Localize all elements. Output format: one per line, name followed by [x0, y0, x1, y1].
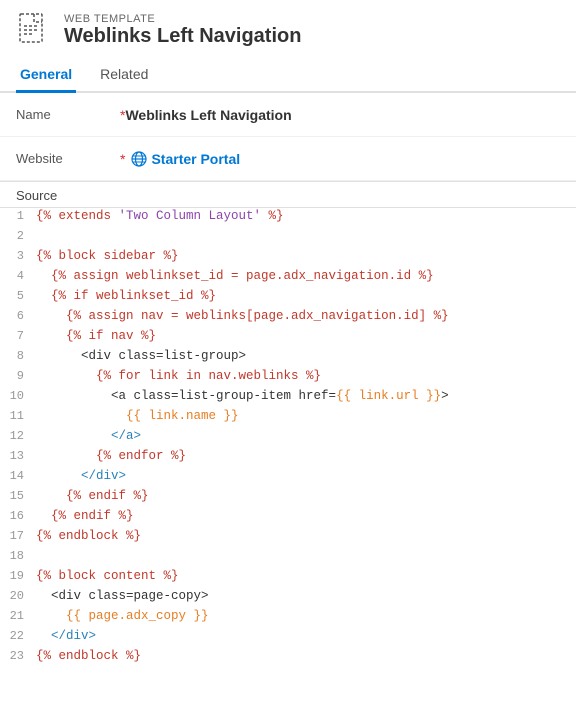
code-line: 15 {% endif %} [0, 488, 576, 508]
line-content: {% for link in nav.weblinks %} [32, 368, 576, 384]
code-line: 5 {% if weblinkset_id %} [0, 288, 576, 308]
line-content: {% if nav %} [32, 328, 576, 344]
source-label: Source [0, 182, 576, 207]
code-line: 1{% extends 'Two Column Layout' %} [0, 208, 576, 228]
line-content: <a class=list-group-item href={{ link.ur… [32, 388, 576, 404]
code-line: 9 {% for link in nav.weblinks %} [0, 368, 576, 388]
code-line: 18 [0, 548, 576, 568]
form-section: Name * Weblinks Left Navigation Website … [0, 93, 576, 182]
line-content: {% endblock %} [32, 648, 576, 664]
name-label: Name [16, 107, 116, 122]
line-number: 8 [0, 348, 32, 363]
line-number: 14 [0, 468, 32, 483]
line-number: 7 [0, 328, 32, 343]
name-row: Name * Weblinks Left Navigation [0, 93, 576, 137]
line-content: </div> [32, 628, 576, 644]
line-content: {{ link.name }} [32, 408, 576, 424]
line-number: 18 [0, 548, 32, 563]
code-line: 17{% endblock %} [0, 528, 576, 548]
code-line: 6 {% assign nav = weblinks[page.adx_navi… [0, 308, 576, 328]
website-label: Website [16, 151, 116, 166]
line-content: {{ page.adx_copy }} [32, 608, 576, 624]
code-line: 20 <div class=page-copy> [0, 588, 576, 608]
code-line: 8 <div class=list-group> [0, 348, 576, 368]
page-header: WEB TEMPLATE Weblinks Left Navigation [0, 0, 576, 58]
line-content: {% endfor %} [32, 448, 576, 464]
line-number: 21 [0, 608, 32, 623]
code-line: 2 [0, 228, 576, 248]
line-number: 1 [0, 208, 32, 223]
line-number: 17 [0, 528, 32, 543]
code-line: 3{% block sidebar %} [0, 248, 576, 268]
line-content: {% if weblinkset_id %} [32, 288, 576, 304]
line-content: {% block content %} [32, 568, 576, 584]
globe-icon [131, 151, 147, 167]
line-number: 3 [0, 248, 32, 263]
line-number: 9 [0, 368, 32, 383]
line-number: 11 [0, 408, 32, 423]
header-title: Weblinks Left Navigation [64, 25, 301, 48]
line-content: {% assign weblinkset_id = page.adx_navig… [32, 268, 576, 284]
line-content: <div class=page-copy> [32, 588, 576, 604]
line-number: 5 [0, 288, 32, 303]
header-text-block: WEB TEMPLATE Weblinks Left Navigation [64, 13, 301, 48]
website-required: * [120, 151, 125, 167]
line-content: {% assign nav = weblinks[page.adx_naviga… [32, 308, 576, 324]
code-line: 13 {% endfor %} [0, 448, 576, 468]
name-value: Weblinks Left Navigation [125, 107, 291, 123]
line-content: {% extends 'Two Column Layout' %} [32, 208, 576, 224]
line-content: </div> [32, 468, 576, 484]
line-content: </a> [32, 428, 576, 444]
line-number: 10 [0, 388, 32, 403]
line-number: 13 [0, 448, 32, 463]
code-line: 4 {% assign weblinkset_id = page.adx_nav… [0, 268, 576, 288]
header-subtitle: WEB TEMPLATE [64, 13, 301, 25]
code-line: 10 <a class=list-group-item href={{ link… [0, 388, 576, 408]
line-content: <div class=list-group> [32, 348, 576, 364]
line-number: 15 [0, 488, 32, 503]
web-template-icon [16, 12, 52, 48]
code-line: 22 </div> [0, 628, 576, 648]
line-content [32, 548, 576, 550]
line-number: 19 [0, 568, 32, 583]
code-line: 12 </a> [0, 428, 576, 448]
code-line: 19{% block content %} [0, 568, 576, 588]
tab-general[interactable]: General [16, 58, 76, 93]
website-link[interactable]: Starter Portal [151, 151, 240, 167]
line-content: {% endif %} [32, 488, 576, 504]
line-number: 22 [0, 628, 32, 643]
code-line: 21 {{ page.adx_copy }} [0, 608, 576, 628]
line-number: 12 [0, 428, 32, 443]
line-number: 20 [0, 588, 32, 603]
code-line: 11 {{ link.name }} [0, 408, 576, 428]
line-content: {% endblock %} [32, 528, 576, 544]
line-number: 4 [0, 268, 32, 283]
line-content: {% block sidebar %} [32, 248, 576, 264]
line-number: 16 [0, 508, 32, 523]
website-row: Website * Starter Portal [0, 137, 576, 181]
line-number: 23 [0, 648, 32, 663]
code-line: 14 </div> [0, 468, 576, 488]
code-line: 16 {% endif %} [0, 508, 576, 528]
line-content: {% endif %} [32, 508, 576, 524]
code-editor[interactable]: 1{% extends 'Two Column Layout' %}23{% b… [0, 207, 576, 668]
line-number: 6 [0, 308, 32, 323]
line-number: 2 [0, 228, 32, 243]
code-line: 7 {% if nav %} [0, 328, 576, 348]
tab-related[interactable]: Related [96, 58, 152, 93]
tab-bar: General Related [0, 58, 576, 93]
line-content [32, 228, 576, 230]
code-line: 23{% endblock %} [0, 648, 576, 668]
